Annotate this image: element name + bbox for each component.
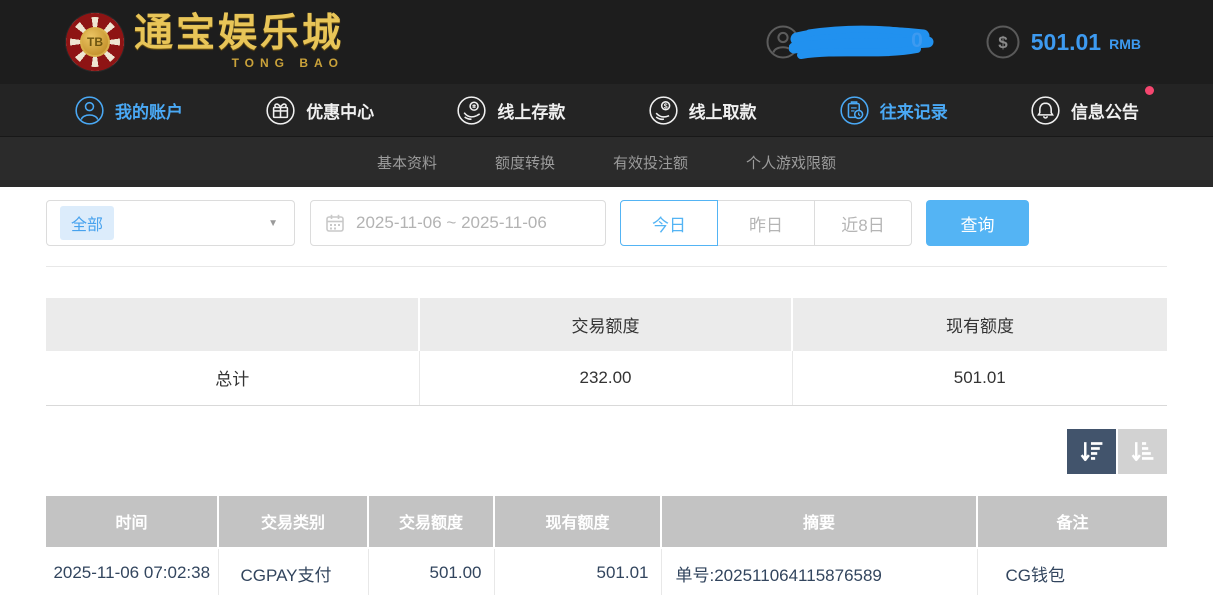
cell-time: 2025-11-06 07:02:38 [46, 548, 218, 595]
notification-dot [1145, 86, 1154, 95]
date-range-input[interactable]: 2025-11-06 ~ 2025-11-06 [310, 200, 606, 246]
nav-item-withdraw[interactable]: $ 线上取款 [648, 95, 757, 126]
summary-table: 交易额度 现有额度 总计 232.00 501.01 [46, 298, 1167, 406]
col-balance: 现有额度 [494, 496, 661, 548]
nav-label: 优惠中心 [306, 98, 374, 123]
table-row: 2025-11-06 07:02:38 CGPAY支付 501.00 501.0… [46, 548, 1167, 595]
nav-label: 往来记录 [880, 98, 948, 123]
nav-item-promotions[interactable]: 优惠中心 [265, 95, 374, 126]
nav-label: 我的账户 [115, 98, 183, 123]
summary-col-current-balance: 现有额度 [792, 298, 1167, 351]
summary-total-row: 总计 232.00 501.01 [46, 351, 1167, 405]
selected-type-chip: 全部 [60, 206, 114, 240]
summary-total-label: 总计 [46, 351, 419, 405]
records-page: 全部 ▼ 2025-11-06 ~ 2025-11-06 今日 昨日 近8日 查… [0, 200, 1213, 595]
cell-balance: 501.01 [494, 548, 661, 595]
username-scribble-mask: 0 [803, 23, 919, 61]
col-amount: 交易额度 [368, 496, 494, 548]
balance-currency: RMB [1109, 32, 1141, 52]
sort-ascending-icon [1129, 438, 1156, 465]
account-sub-nav: 基本资料 额度转换 有效投注额 个人游戏限额 [0, 137, 1213, 187]
gift-icon [265, 95, 296, 126]
svg-text:$: $ [663, 103, 667, 110]
col-remark: 备注 [977, 496, 1167, 548]
sort-controls [46, 429, 1167, 474]
cell-amount: 501.00 [368, 548, 494, 595]
summary-total-current-balance: 501.01 [792, 351, 1167, 405]
sort-descending-icon [1078, 438, 1105, 465]
deposit-icon [456, 95, 487, 126]
nav-label: 线上存款 [497, 98, 565, 123]
subnav-item-game-limits[interactable]: 个人游戏限额 [746, 152, 836, 173]
calendar-icon [325, 213, 345, 233]
cell-summary: 单号:202511064115876589 [661, 548, 977, 595]
quick-range-group: 今日 昨日 近8日 [620, 200, 912, 246]
dollar-circle-icon: $ [985, 24, 1021, 60]
username-visible-suffix: 0 [911, 29, 923, 53]
col-summary: 摘要 [661, 496, 977, 548]
main-nav: 我的账户 优惠中心 线上存款 $ 线上取款 [0, 84, 1213, 137]
nav-item-announcements[interactable]: 信息公告 [1030, 95, 1139, 126]
balance-amount: 501.01 [1031, 29, 1101, 56]
nav-item-my-account[interactable]: 我的账户 [74, 95, 183, 126]
withdraw-icon: $ [648, 95, 679, 126]
col-time: 时间 [46, 496, 218, 548]
top-header: TB 通宝娱乐城 TONG BAO [0, 0, 1213, 84]
subnav-item-valid-bets[interactable]: 有效投注额 [613, 152, 688, 173]
subnav-item-basic-info[interactable]: 基本资料 [377, 152, 437, 173]
nav-item-deposit[interactable]: 线上存款 [456, 95, 565, 126]
range-button-yesterday[interactable]: 昨日 [717, 200, 815, 246]
records-icon [839, 95, 870, 126]
bell-icon [1030, 95, 1061, 126]
transactions-table: 时间 交易类别 交易额度 现有额度 摘要 备注 2025-11-06 07:02… [46, 496, 1167, 595]
site-logo[interactable]: TB 通宝娱乐城 TONG BAO [66, 13, 344, 71]
cell-remark: CG钱包 [977, 548, 1167, 595]
subnav-item-quota-transfer[interactable]: 额度转换 [495, 152, 555, 173]
nav-label: 线上取款 [689, 98, 757, 123]
date-range-value: 2025-11-06 ~ 2025-11-06 [356, 213, 547, 233]
transactions-header-row: 时间 交易类别 交易额度 现有额度 摘要 备注 [46, 496, 1167, 548]
summary-total-transaction-amount: 232.00 [419, 351, 792, 405]
site-subtitle: TONG BAO [232, 56, 344, 70]
section-divider [46, 266, 1167, 267]
poker-chip-icon: TB [66, 13, 124, 71]
summary-header-row: 交易额度 现有额度 [46, 298, 1167, 351]
summary-col-transaction-amount: 交易额度 [419, 298, 792, 351]
sort-ascending-button[interactable] [1118, 429, 1167, 474]
chip-monogram: TB [80, 27, 110, 57]
filter-toolbar: 全部 ▼ 2025-11-06 ~ 2025-11-06 今日 昨日 近8日 查… [46, 200, 1167, 246]
range-button-today[interactable]: 今日 [620, 200, 718, 246]
search-button[interactable]: 查询 [926, 200, 1029, 246]
user-icon [74, 95, 105, 126]
chevron-down-icon: ▼ [268, 218, 278, 229]
balance-display[interactable]: $ 501.01 RMB [985, 24, 1141, 60]
nav-item-records[interactable]: 往来记录 [839, 95, 948, 126]
cell-type: CGPAY支付 [218, 548, 368, 595]
nav-label: 信息公告 [1071, 98, 1139, 123]
transaction-type-select[interactable]: 全部 ▼ [46, 200, 295, 246]
range-button-last-8-days[interactable]: 近8日 [814, 200, 912, 246]
summary-col-empty [46, 298, 419, 351]
username-display[interactable]: 0 [765, 23, 919, 61]
svg-text:$: $ [998, 33, 1008, 52]
site-title: 通宝娱乐城 [134, 14, 344, 55]
sort-descending-button[interactable] [1067, 429, 1116, 474]
col-type: 交易类别 [218, 496, 368, 548]
